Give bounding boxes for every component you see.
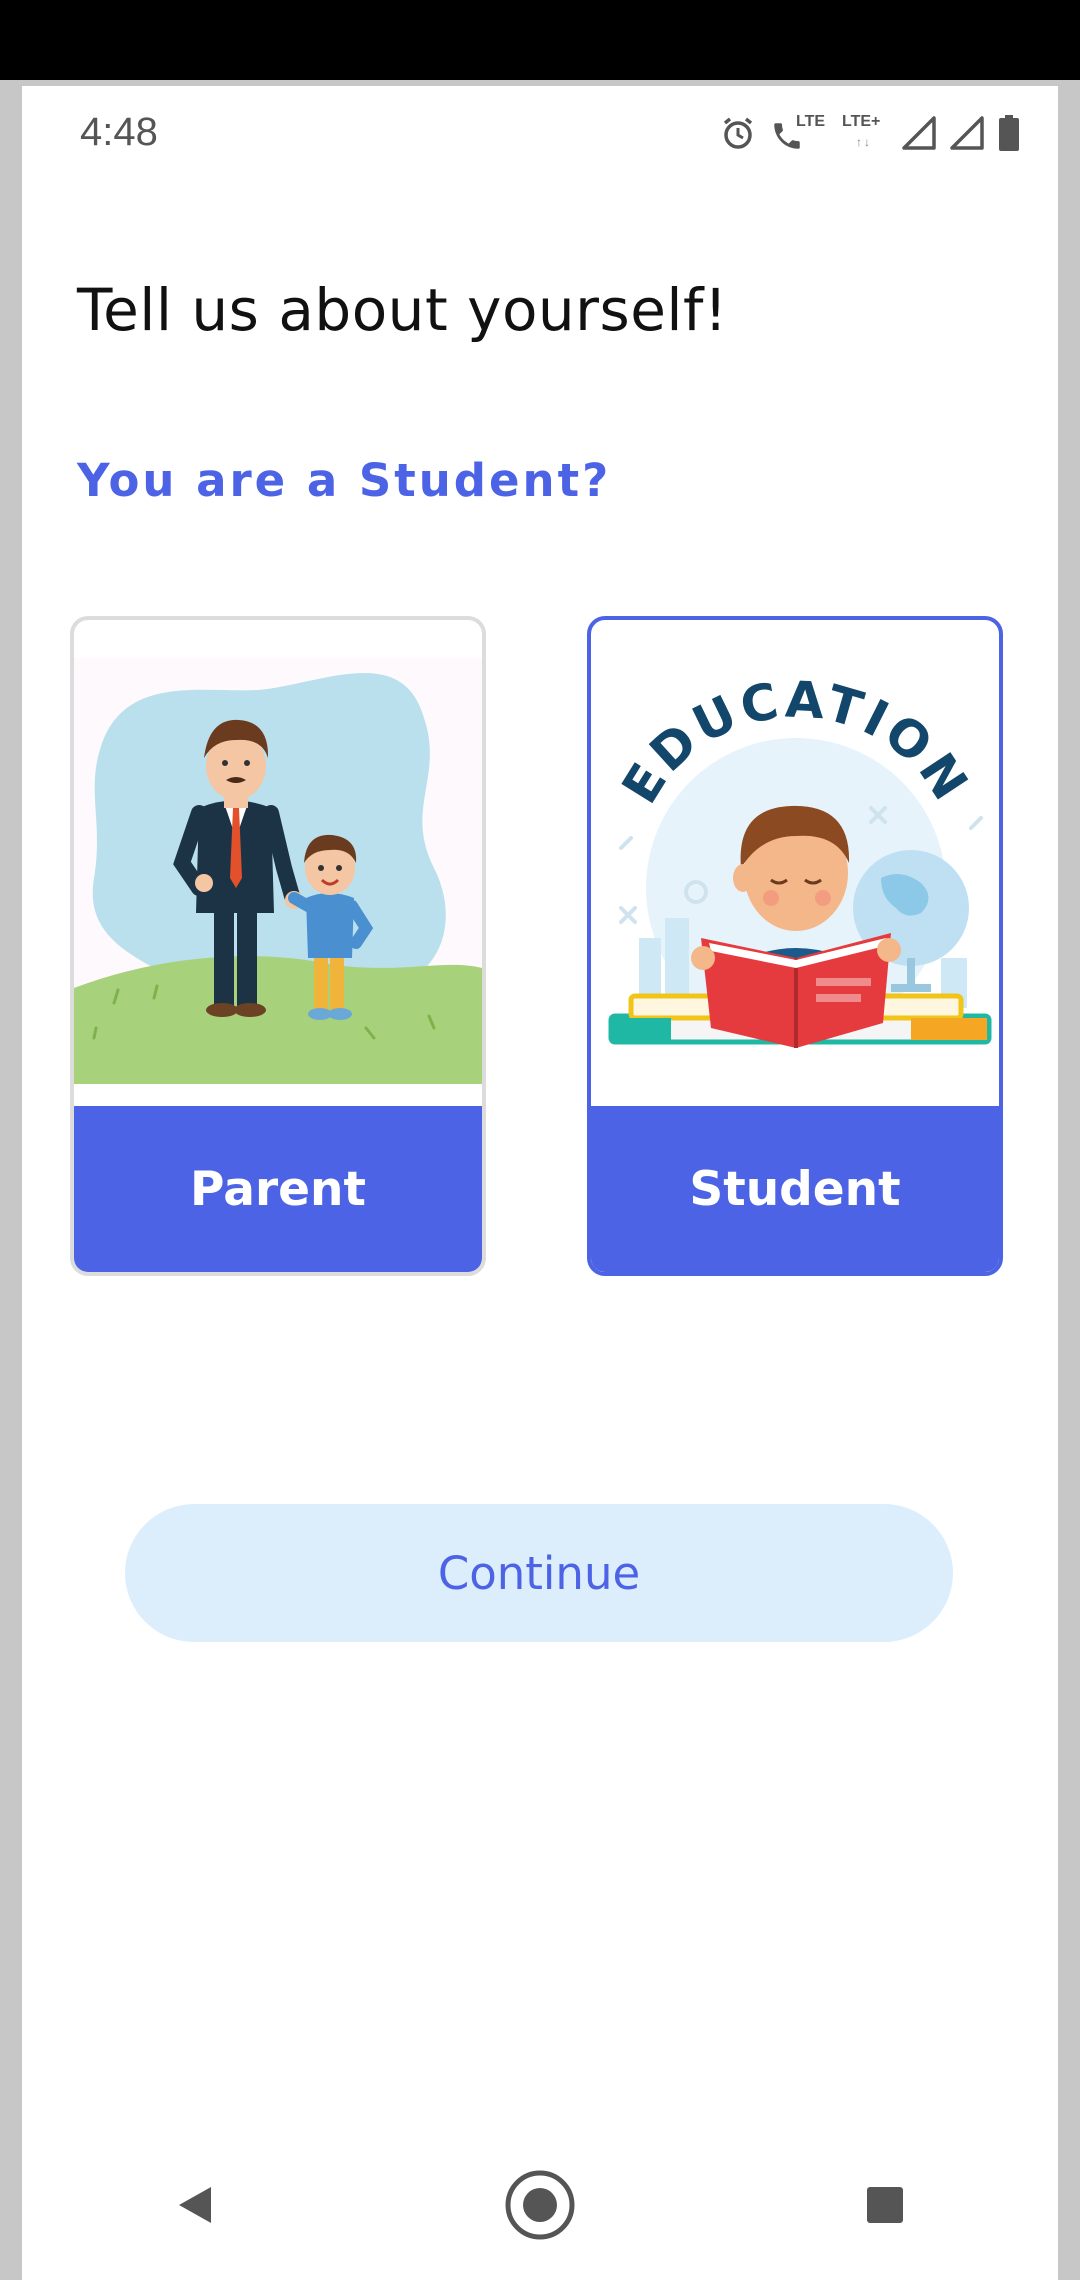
- status-icons: LTE LTE+ ↑↓: [720, 108, 1020, 158]
- parent-label-bar: Parent: [74, 1106, 482, 1272]
- parent-child-illustration: [74, 658, 482, 1084]
- parent-option-card[interactable]: Parent: [70, 616, 486, 1276]
- recents-button[interactable]: [825, 2145, 945, 2265]
- home-button[interactable]: [480, 2145, 600, 2265]
- student-option-card[interactable]: EDUCATION Student: [587, 616, 1003, 1276]
- device-frame: 4:48 LTE LTE+ ↑↓ Tell us about yourself!…: [0, 80, 1080, 2280]
- navigation-bar: [22, 2130, 1058, 2280]
- page-title: Tell us about yourself!: [77, 276, 728, 344]
- student-label: Student: [689, 1161, 901, 1217]
- recents-icon: [867, 2187, 904, 2223]
- back-icon: [178, 2187, 211, 2223]
- back-button[interactable]: [135, 2145, 255, 2265]
- lte-label: LTE: [796, 113, 826, 130]
- student-label-bar: Student: [591, 1106, 999, 1272]
- continue-button[interactable]: Continue: [125, 1504, 953, 1642]
- lte-plus-label: LTE+: [842, 113, 881, 130]
- signal-icon: [950, 116, 984, 150]
- home-icon: [505, 2170, 575, 2240]
- volte-call-icon: LTE: [770, 113, 828, 153]
- continue-label: Continue: [437, 1546, 641, 1600]
- alarm-icon: [720, 115, 756, 151]
- parent-label: Parent: [190, 1161, 366, 1217]
- role-question: You are a Student?: [77, 454, 612, 507]
- status-time: 4:48: [80, 110, 158, 154]
- battery-icon: [998, 115, 1020, 151]
- signal-icon: [902, 116, 936, 150]
- lte-plus-icon: LTE+ ↑↓: [842, 113, 881, 149]
- education-reading-illustration: EDUCATION: [591, 658, 999, 1084]
- screen: 4:48 LTE LTE+ ↑↓ Tell us about yourself!…: [22, 86, 1058, 2280]
- status-bar: 4:48 LTE LTE+ ↑↓: [22, 86, 1058, 176]
